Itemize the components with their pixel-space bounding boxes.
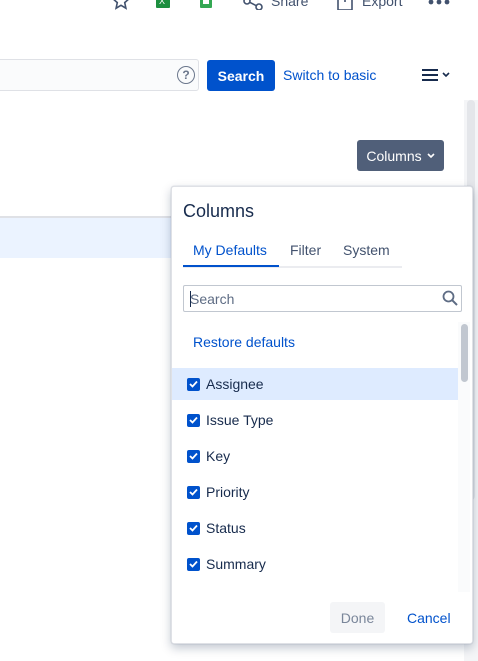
export-label: Export (362, 0, 403, 9)
column-search-field[interactable] (183, 285, 462, 312)
columns-button-label: Columns (366, 147, 422, 164)
column-list: Restore defaults Assignee Issue Type Key… (172, 322, 458, 592)
columns-tabs: My Defaults Filter System (183, 237, 402, 268)
view-options-button[interactable] (422, 66, 456, 84)
excel-export-icon[interactable]: X (156, 0, 170, 8)
column-option-status[interactable]: Status (172, 512, 458, 544)
restore-defaults-link[interactable]: Restore defaults (193, 334, 295, 350)
top-actions-bar: X Share Export (0, 0, 478, 12)
cancel-button[interactable]: Cancel (407, 610, 451, 626)
columns-button[interactable]: Columns (357, 140, 444, 171)
column-option-summary[interactable]: Summary (172, 548, 458, 580)
column-option-label: Status (206, 520, 246, 536)
column-option-assignee[interactable]: Assignee (172, 368, 458, 400)
more-actions-icon[interactable] (428, 0, 450, 10)
columns-popup: Columns My Defaults Filter System Restor… (171, 186, 473, 644)
column-option-label: Assignee (206, 376, 264, 392)
column-option-label: Issue Type (206, 412, 274, 428)
chevron-down-icon (442, 72, 450, 78)
checkbox-checked-icon[interactable] (187, 557, 200, 571)
tab-system[interactable]: System (343, 242, 390, 258)
share-icon (243, 0, 263, 10)
jql-search-input[interactable] (0, 59, 199, 91)
issue-navigator: X Share Export ? Search Switch to basic … (0, 0, 478, 661)
search-button[interactable]: Search (207, 60, 275, 91)
tab-my-defaults[interactable]: My Defaults (193, 242, 267, 258)
svg-text:X: X (159, 0, 165, 6)
hamburger-icon (422, 69, 438, 81)
column-option-priority[interactable]: Priority (172, 476, 458, 508)
column-search-input[interactable] (184, 286, 434, 311)
checkbox-checked-icon[interactable] (187, 521, 200, 535)
text-caret (190, 291, 191, 307)
column-option-label: Summary (206, 556, 266, 572)
checkbox-checked-icon[interactable] (187, 485, 200, 499)
column-option-label: Key (206, 448, 231, 464)
active-tab-indicator (183, 265, 279, 267)
column-option-label: Priority (206, 484, 250, 500)
star-icon[interactable] (112, 0, 130, 10)
export-icon (337, 0, 353, 10)
share-button[interactable]: Share (243, 0, 308, 10)
chevron-down-icon (427, 152, 435, 158)
export-button[interactable]: Export (336, 0, 402, 10)
search-icon (442, 290, 458, 306)
column-option-issue-type[interactable]: Issue Type (172, 404, 458, 436)
switch-to-basic-link[interactable]: Switch to basic (283, 67, 376, 83)
help-icon[interactable]: ? (177, 66, 195, 84)
share-label: Share (271, 0, 309, 9)
popup-title: Columns (183, 201, 255, 221)
column-list-scrollbar-thumb[interactable] (461, 324, 468, 382)
checkbox-checked-icon[interactable] (187, 449, 200, 463)
checkbox-checked-icon[interactable] (187, 413, 200, 427)
google-sheets-icon[interactable] (200, 0, 212, 8)
column-option-key[interactable]: Key (172, 440, 458, 472)
done-button[interactable]: Done (330, 602, 385, 633)
checkbox-checked-icon[interactable] (187, 377, 200, 391)
tab-filter[interactable]: Filter (290, 242, 321, 258)
